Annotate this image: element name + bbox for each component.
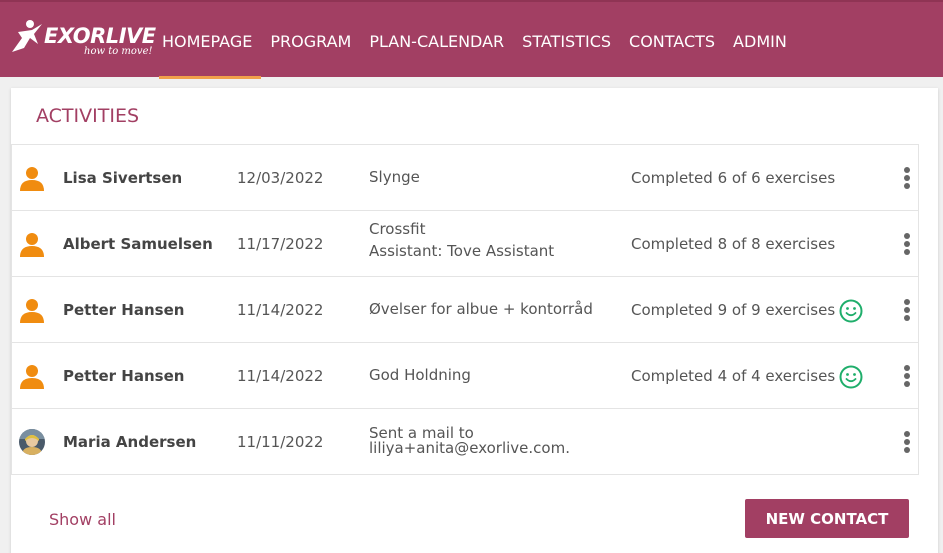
contact-name[interactable]: Maria Andersen <box>63 433 196 451</box>
activity-date: 11/14/2022 <box>237 301 324 319</box>
activities-title: ACTIVITIES <box>36 105 140 127</box>
activities-card: ACTIVITIES Lisa Sivertsen 12/03/2022 Sly… <box>11 88 938 553</box>
row-more-menu-icon[interactable] <box>900 165 914 191</box>
activity-description-line: Slynge <box>369 168 420 186</box>
activities-list: Lisa Sivertsen 12/03/2022 Slynge Complet… <box>11 144 919 475</box>
row-more-menu-icon[interactable] <box>900 231 914 257</box>
show-all-link[interactable]: Show all <box>49 510 116 529</box>
activity-email-line: liliya+anita@exorlive.com. <box>369 439 570 457</box>
logo-tagline: how to move! <box>84 46 153 57</box>
nav-contacts[interactable]: CONTACTS <box>620 2 724 79</box>
top-navigation-bar: EXORLIVE how to move! HOMEPAGE PROGRAM P… <box>0 0 943 79</box>
nav-plan-calendar[interactable]: PLAN-CALENDAR <box>360 2 513 79</box>
activity-date: 11/14/2022 <box>237 367 324 385</box>
activity-status: Completed 8 of 8 exercises <box>631 235 836 253</box>
row-more-menu-icon[interactable] <box>900 363 914 389</box>
activity-description: Crossfit Assistant: Tove Assistant <box>369 218 554 262</box>
smiley-face-icon <box>839 365 863 389</box>
activity-assistant-line: Assistant: Tove Assistant <box>369 242 555 260</box>
nav-homepage[interactable]: HOMEPAGE <box>153 2 262 79</box>
activity-date: 11/11/2022 <box>237 433 324 451</box>
activity-date: 11/17/2022 <box>237 235 324 253</box>
photo-avatar <box>19 429 45 455</box>
activity-description-line: Crossfit <box>369 220 426 238</box>
new-contact-button[interactable]: NEW CONTACT <box>745 499 909 538</box>
activity-description-line: God Holdning <box>369 366 471 384</box>
row-more-menu-icon[interactable] <box>900 297 914 323</box>
contact-name[interactable]: Albert Samuelsen <box>63 235 213 253</box>
activity-row[interactable]: Petter Hansen 11/14/2022 Øvelser for alb… <box>11 277 919 343</box>
contact-name[interactable]: Petter Hansen <box>63 367 184 385</box>
smiley-face-icon <box>839 299 863 323</box>
person-icon <box>20 167 44 191</box>
main-nav: HOMEPAGE PROGRAM PLAN-CALENDAR STATISTIC… <box>153 2 796 79</box>
activity-status: Completed 9 of 9 exercises <box>631 301 836 319</box>
activity-description: God Holdning <box>369 364 471 386</box>
activity-row[interactable]: Albert Samuelsen 11/17/2022 Crossfit Ass… <box>11 211 919 277</box>
activity-description: Slynge <box>369 166 420 188</box>
logo-figure-icon <box>12 20 42 52</box>
activity-status: Completed 6 of 6 exercises <box>631 169 836 187</box>
activity-date: 12/03/2022 <box>237 169 324 187</box>
person-icon <box>20 233 44 257</box>
activity-status: Completed 4 of 4 exercises <box>631 367 836 385</box>
activity-row[interactable]: Petter Hansen 11/14/2022 God Holdning Co… <box>11 343 919 409</box>
activity-description: Øvelser for albue + kontorråd <box>369 298 593 320</box>
activity-row[interactable]: Maria Andersen 11/11/2022 Sent a mail to… <box>11 409 919 475</box>
person-icon <box>20 365 44 389</box>
contact-name[interactable]: Petter Hansen <box>63 301 184 319</box>
row-more-menu-icon[interactable] <box>900 429 914 455</box>
person-icon <box>20 299 44 323</box>
activity-row[interactable]: Lisa Sivertsen 12/03/2022 Slynge Complet… <box>11 145 919 211</box>
activity-description: Sent a mail to liliya+anita@exorlive.com… <box>369 426 570 456</box>
nav-program[interactable]: PROGRAM <box>261 2 360 79</box>
nav-statistics[interactable]: STATISTICS <box>513 2 620 79</box>
nav-admin[interactable]: ADMIN <box>724 2 796 79</box>
contact-name[interactable]: Lisa Sivertsen <box>63 169 182 187</box>
activity-description-line: Øvelser for albue + kontorråd <box>369 300 593 318</box>
logo-wordmark: EXORLIVE <box>44 24 156 48</box>
exorlive-logo[interactable]: EXORLIVE how to move! <box>8 16 156 62</box>
